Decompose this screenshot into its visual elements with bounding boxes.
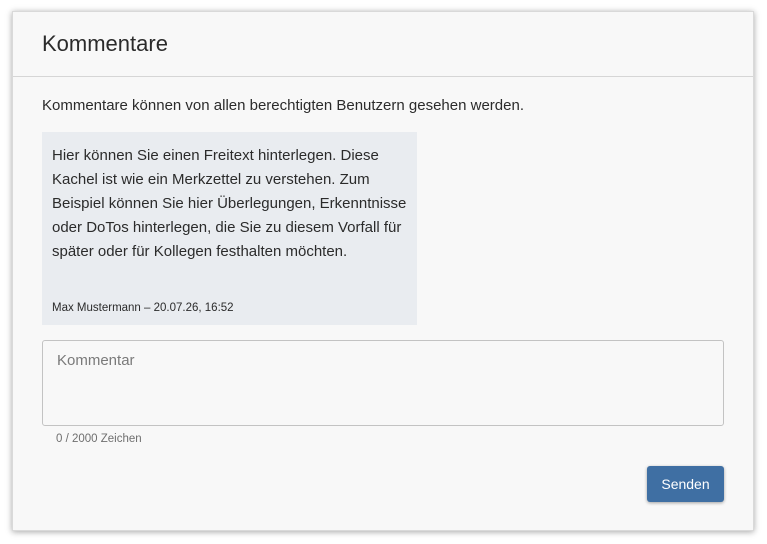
comment-input[interactable]	[42, 340, 724, 426]
comment-meta: Max Mustermann – 20.07.26, 16:52	[52, 302, 234, 314]
send-button[interactable]: Senden	[647, 466, 724, 502]
page: Kommentare Kommentare können von allen b…	[0, 0, 767, 544]
comments-panel: Kommentare Kommentare können von allen b…	[12, 11, 754, 531]
character-counter: 0 / 2000 Zeichen	[56, 433, 142, 445]
comment-item: Hier können Sie einen Freitext hinterleg…	[42, 132, 417, 325]
panel-title: Kommentare	[42, 31, 168, 56]
panel-header: Kommentare	[13, 12, 753, 77]
visibility-info-text: Kommentare können von allen berechtigten…	[42, 97, 524, 114]
comment-text: Hier können Sie einen Freitext hinterleg…	[52, 147, 407, 260]
